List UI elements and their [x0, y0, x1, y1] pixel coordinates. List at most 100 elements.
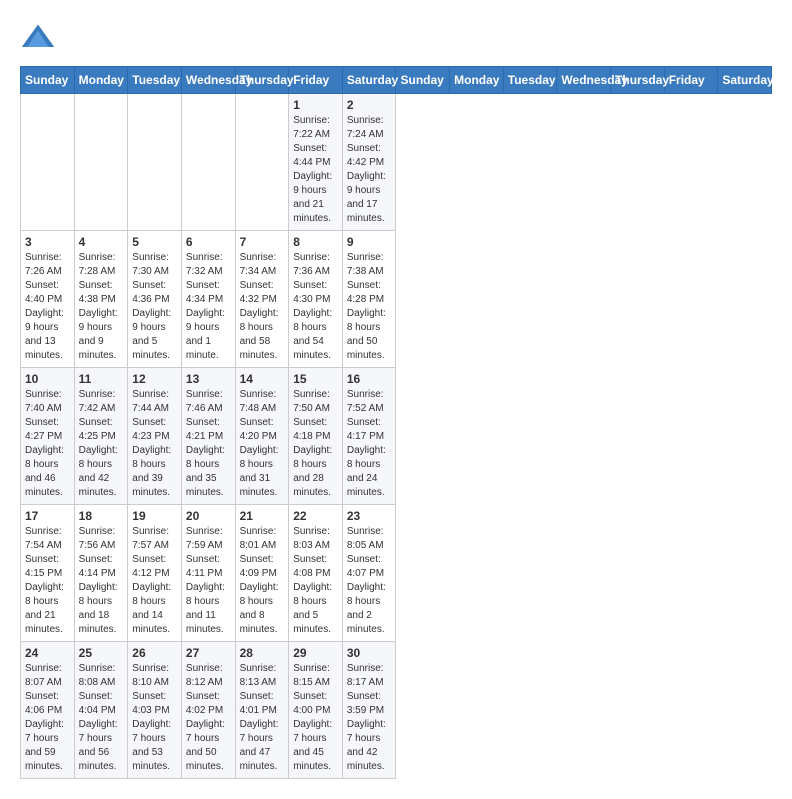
- calendar-cell: 22Sunrise: 8:03 AM Sunset: 4:08 PM Dayli…: [289, 505, 343, 642]
- day-number: 5: [132, 235, 177, 249]
- calendar-week-4: 17 Sunrise: 7:54 AM Sunset: 4:15 PM Dayli…: [21, 505, 772, 642]
- day-number: 1: [293, 98, 338, 112]
- calendar-cell: [74, 94, 128, 231]
- calendar-cell: 13 Sunrise: 7:46 AM Sunset: 4:21 PM Dayli…: [181, 368, 235, 505]
- day-number: 14: [240, 372, 285, 386]
- day-number: 19: [132, 509, 177, 523]
- day-number: 24: [25, 646, 70, 660]
- calendar-cell: 8 Sunrise: 7:36 AM Sunset: 4:30 PM Daylig…: [289, 231, 343, 368]
- day-info: Sunrise: 7:52 AM Sunset: 4:17 PM Dayligh…: [347, 388, 392, 500]
- calendar-cell: 3 Sunrise: 7:26 AM Sunset: 4:40 PM Daylig…: [21, 231, 75, 368]
- calendar-week-5: 24 Sunrise: 8:07 AM Sunset: 4:06 PM Dayli…: [21, 642, 772, 779]
- calendar-cell: [181, 94, 235, 231]
- day-number: 29: [293, 646, 338, 660]
- day-number: 23: [347, 509, 392, 523]
- day-number: 17: [25, 509, 70, 523]
- day-info: Sunrise: 7:46 AM Sunset: 4:21 PM Dayligh…: [186, 388, 231, 500]
- calendar-cell: 26 Sunrise: 8:10 AM Sunset: 4:03 PM Dayli…: [128, 642, 182, 779]
- day-number: 13: [186, 372, 231, 386]
- calendar-cell: [235, 94, 289, 231]
- calendar-cell: 28 Sunrise: 8:13 AM Sunset: 4:01 PM Dayli…: [235, 642, 289, 779]
- calendar-table: SundayMondayTuesdayWednesdayThursdayFrid…: [20, 66, 772, 779]
- day-number: 10: [25, 372, 70, 386]
- calendar-cell: 25Sunrise: 8:08 AM Sunset: 4:04 PM Dayli…: [74, 642, 128, 779]
- header-friday: Friday: [289, 67, 343, 94]
- day-number: 7: [240, 235, 285, 249]
- header-saturday: Saturday: [342, 67, 396, 94]
- day-info: Sunrise: 8:01 AM Sunset: 4:09 PM Dayligh…: [240, 525, 285, 637]
- calendar-cell: 24 Sunrise: 8:07 AM Sunset: 4:06 PM Dayli…: [21, 642, 75, 779]
- calendar-header-row: SundayMondayTuesdayWednesdayThursdayFrid…: [21, 67, 772, 94]
- calendar-week-2: 3 Sunrise: 7:26 AM Sunset: 4:40 PM Daylig…: [21, 231, 772, 368]
- header-day-wednesday: Wednesday: [557, 67, 611, 94]
- day-info: Sunrise: 7:56 AM Sunset: 4:14 PM Dayligh…: [79, 525, 124, 637]
- page-header: [20, 20, 772, 56]
- calendar-cell: 5 Sunrise: 7:30 AM Sunset: 4:36 PM Daylig…: [128, 231, 182, 368]
- header-monday: Monday: [74, 67, 128, 94]
- calendar-cell: [128, 94, 182, 231]
- day-info: Sunrise: 7:48 AM Sunset: 4:20 PM Dayligh…: [240, 388, 285, 500]
- calendar-cell: 11Sunrise: 7:42 AM Sunset: 4:25 PM Dayli…: [74, 368, 128, 505]
- day-info: Sunrise: 7:57 AM Sunset: 4:12 PM Dayligh…: [132, 525, 177, 637]
- header-day-saturday: Saturday: [718, 67, 772, 94]
- day-number: 8: [293, 235, 338, 249]
- header-thursday: Thursday: [235, 67, 289, 94]
- day-info: Sunrise: 7:32 AM Sunset: 4:34 PM Dayligh…: [186, 251, 231, 363]
- day-info: Sunrise: 7:59 AM Sunset: 4:11 PM Dayligh…: [186, 525, 231, 637]
- day-info: Sunrise: 7:38 AM Sunset: 4:28 PM Dayligh…: [347, 251, 392, 363]
- header-sunday: Sunday: [21, 67, 75, 94]
- day-number: 3: [25, 235, 70, 249]
- day-number: 4: [79, 235, 124, 249]
- logo: [20, 20, 60, 56]
- day-number: 15: [293, 372, 338, 386]
- day-info: Sunrise: 8:13 AM Sunset: 4:01 PM Dayligh…: [240, 662, 285, 774]
- day-info: Sunrise: 8:15 AM Sunset: 4:00 PM Dayligh…: [293, 662, 338, 774]
- calendar-cell: 4 Sunrise: 7:28 AM Sunset: 4:38 PM Daylig…: [74, 231, 128, 368]
- calendar-week-1: 1Sunrise: 7:22 AM Sunset: 4:44 PM Daylig…: [21, 94, 772, 231]
- day-number: 26: [132, 646, 177, 660]
- calendar-cell: 1Sunrise: 7:22 AM Sunset: 4:44 PM Daylig…: [289, 94, 343, 231]
- calendar-cell: 30Sunrise: 8:17 AM Sunset: 3:59 PM Dayli…: [342, 642, 396, 779]
- day-info: Sunrise: 7:28 AM Sunset: 4:38 PM Dayligh…: [79, 251, 124, 363]
- day-number: 2: [347, 98, 392, 112]
- day-info: Sunrise: 7:36 AM Sunset: 4:30 PM Dayligh…: [293, 251, 338, 363]
- header-day-monday: Monday: [450, 67, 504, 94]
- calendar-cell: 6 Sunrise: 7:32 AM Sunset: 4:34 PM Daylig…: [181, 231, 235, 368]
- calendar-cell: 29 Sunrise: 8:15 AM Sunset: 4:00 PM Dayli…: [289, 642, 343, 779]
- day-number: 11: [79, 372, 124, 386]
- day-info: Sunrise: 8:17 AM Sunset: 3:59 PM Dayligh…: [347, 662, 392, 774]
- day-info: Sunrise: 7:30 AM Sunset: 4:36 PM Dayligh…: [132, 251, 177, 363]
- day-number: 28: [240, 646, 285, 660]
- calendar-cell: 9Sunrise: 7:38 AM Sunset: 4:28 PM Daylig…: [342, 231, 396, 368]
- day-info: Sunrise: 7:44 AM Sunset: 4:23 PM Dayligh…: [132, 388, 177, 500]
- header-wednesday: Wednesday: [181, 67, 235, 94]
- calendar-cell: 16 Sunrise: 7:52 AM Sunset: 4:17 PM Dayli…: [342, 368, 396, 505]
- day-info: Sunrise: 8:10 AM Sunset: 4:03 PM Dayligh…: [132, 662, 177, 774]
- calendar-week-3: 10 Sunrise: 7:40 AM Sunset: 4:27 PM Dayli…: [21, 368, 772, 505]
- day-number: 6: [186, 235, 231, 249]
- calendar-cell: 14 Sunrise: 7:48 AM Sunset: 4:20 PM Dayli…: [235, 368, 289, 505]
- day-info: Sunrise: 7:26 AM Sunset: 4:40 PM Dayligh…: [25, 251, 70, 363]
- calendar-cell: 2 Sunrise: 7:24 AM Sunset: 4:42 PM Daylig…: [342, 94, 396, 231]
- day-info: Sunrise: 7:40 AM Sunset: 4:27 PM Dayligh…: [25, 388, 70, 500]
- day-number: 18: [79, 509, 124, 523]
- logo-icon: [20, 20, 56, 56]
- day-info: Sunrise: 7:24 AM Sunset: 4:42 PM Dayligh…: [347, 114, 392, 226]
- day-info: Sunrise: 8:12 AM Sunset: 4:02 PM Dayligh…: [186, 662, 231, 774]
- header-day-sunday: Sunday: [396, 67, 450, 94]
- day-info: Sunrise: 7:54 AM Sunset: 4:15 PM Dayligh…: [25, 525, 70, 637]
- header-tuesday: Tuesday: [128, 67, 182, 94]
- day-info: Sunrise: 8:08 AM Sunset: 4:04 PM Dayligh…: [79, 662, 124, 774]
- calendar-cell: 12 Sunrise: 7:44 AM Sunset: 4:23 PM Dayli…: [128, 368, 182, 505]
- calendar-cell: 27Sunrise: 8:12 AM Sunset: 4:02 PM Dayli…: [181, 642, 235, 779]
- calendar-cell: 18 Sunrise: 7:56 AM Sunset: 4:14 PM Dayli…: [74, 505, 128, 642]
- day-info: Sunrise: 7:34 AM Sunset: 4:32 PM Dayligh…: [240, 251, 285, 363]
- day-number: 12: [132, 372, 177, 386]
- header-day-tuesday: Tuesday: [503, 67, 557, 94]
- calendar-cell: 23Sunrise: 8:05 AM Sunset: 4:07 PM Dayli…: [342, 505, 396, 642]
- calendar-cell: 20Sunrise: 7:59 AM Sunset: 4:11 PM Dayli…: [181, 505, 235, 642]
- day-info: Sunrise: 7:50 AM Sunset: 4:18 PM Dayligh…: [293, 388, 338, 500]
- day-number: 22: [293, 509, 338, 523]
- day-info: Sunrise: 8:07 AM Sunset: 4:06 PM Dayligh…: [25, 662, 70, 774]
- day-number: 16: [347, 372, 392, 386]
